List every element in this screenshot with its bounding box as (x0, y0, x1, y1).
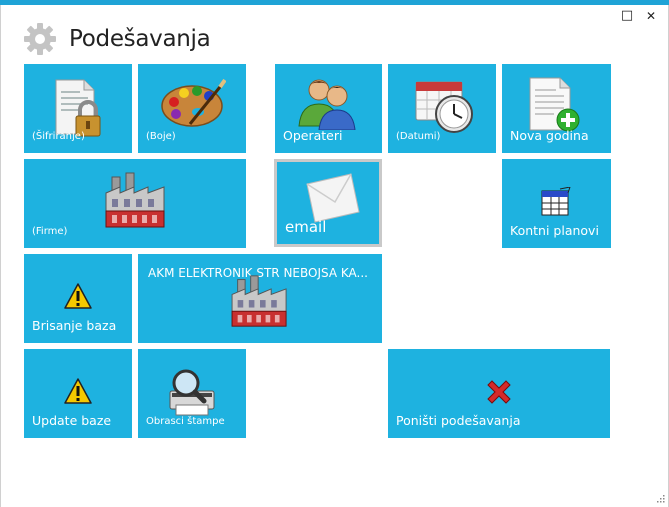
tile-brisanje-baza[interactable]: Brisanje baza (24, 254, 132, 343)
window-left-border (0, 5, 1, 507)
factory-icon (231, 275, 287, 327)
tile-nova-godina[interactable]: Nova godina (502, 64, 611, 153)
maximize-button[interactable]: □ (620, 9, 634, 23)
calendar-clock-icon (415, 81, 473, 133)
tile-firma-akm[interactable]: AKM ELEKTRONIK STR NEBOJSA KA... (138, 254, 382, 343)
tile-operateri[interactable]: Operateri (275, 64, 382, 153)
tile-label: (Datumi) (396, 131, 441, 142)
tile-label: (Firme) (32, 226, 68, 237)
gear-icon (24, 23, 56, 55)
tile-kontni-planovi[interactable]: Kontni planovi (502, 159, 611, 248)
tile-label: Operateri (283, 128, 343, 143)
tile-label: Obrasci štampe (146, 416, 225, 427)
users-icon (298, 79, 356, 130)
new-document-icon (529, 77, 580, 132)
warning-icon (64, 283, 92, 309)
window-title: Podešavanja (69, 26, 211, 52)
envelope-icon (306, 173, 360, 223)
tile-label: Update baze (32, 413, 112, 428)
warning-icon (64, 378, 92, 404)
table-document-icon (541, 187, 571, 216)
window-top-accent-bar (0, 0, 669, 5)
close-button[interactable]: ✕ (644, 9, 658, 23)
tile-ponisti-podesavanja[interactable]: Poništi podešavanja (388, 349, 610, 438)
tile-sifriranje[interactable]: (Šifriranje) (24, 64, 132, 153)
tile-label: Poništi podešavanja (396, 413, 521, 428)
resize-grip-icon[interactable] (656, 494, 665, 503)
tile-label: email (285, 218, 327, 236)
tile-datumi[interactable]: (Datumi) (388, 64, 496, 153)
tile-firme[interactable]: (Firme) (24, 159, 246, 248)
tile-email[interactable]: email (274, 159, 382, 247)
tile-label: (Boje) (146, 131, 176, 142)
factory-icon (105, 172, 165, 228)
tile-update-baze[interactable]: Update baze (24, 349, 132, 438)
tile-label: Nova godina (510, 128, 589, 143)
tile-label: (Šifriranje) (32, 131, 85, 142)
tile-label: Brisanje baza (32, 318, 117, 333)
printer-magnifier-icon (169, 369, 215, 416)
tile-obrasci-stampe[interactable]: Obrasci štampe (138, 349, 246, 438)
tile-label: Kontni planovi (510, 223, 599, 238)
tile-boje[interactable]: (Boje) (138, 64, 246, 153)
red-x-icon (487, 380, 511, 404)
palette-icon (161, 78, 226, 127)
